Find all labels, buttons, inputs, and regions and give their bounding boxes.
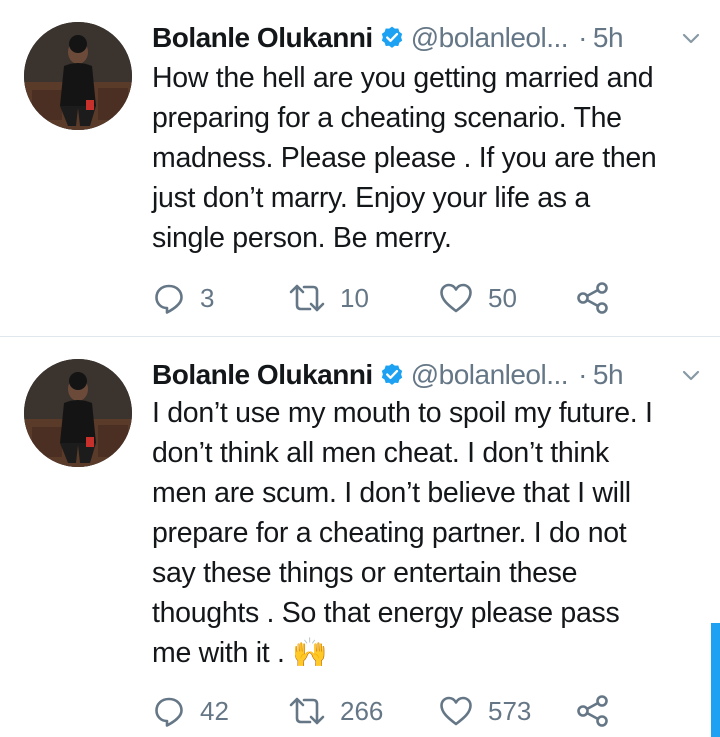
like-button[interactable]: 573 bbox=[438, 691, 531, 731]
tweet-text-line: prepare for a cheating partner. I do not bbox=[152, 517, 627, 549]
tweet-text-line: single person. Be merry. bbox=[152, 222, 452, 254]
tweet-actions: 3 10 50 bbox=[152, 278, 622, 318]
share-icon bbox=[576, 281, 610, 315]
tweet-header: Bolanle Olukanni @bolanleol... · 5h bbox=[152, 18, 702, 58]
tweet-text-line: How the hell are you getting married and bbox=[152, 62, 654, 94]
reply-count: 42 bbox=[200, 695, 229, 726]
retweet-count: 266 bbox=[340, 695, 384, 726]
chevron-down-icon[interactable] bbox=[680, 28, 702, 50]
heart-icon bbox=[438, 694, 474, 728]
tweet-text-line: madness. Please please . If you are then bbox=[152, 142, 657, 174]
retweet-button[interactable]: 266 bbox=[288, 691, 383, 731]
tweet-text-line: preparing for a cheating scenario. The bbox=[152, 102, 622, 134]
verified-badge-icon bbox=[379, 25, 405, 51]
like-count: 573 bbox=[488, 695, 532, 726]
user-handle[interactable]: @bolanleol... bbox=[411, 359, 569, 391]
tweet-text-line: say these things or entertain these bbox=[152, 557, 578, 589]
tweet-text: How the hell are you getting married and… bbox=[152, 58, 700, 258]
chevron-down-icon[interactable] bbox=[680, 365, 702, 387]
timestamp[interactable]: 5h bbox=[593, 22, 624, 54]
tweet-text-line: just don’t marry. Enjoy your life as a bbox=[152, 182, 590, 214]
avatar[interactable] bbox=[24, 22, 132, 130]
share-button[interactable] bbox=[576, 278, 610, 318]
heart-icon bbox=[438, 281, 474, 315]
timestamp[interactable]: 5h bbox=[593, 359, 624, 391]
like-button[interactable]: 50 bbox=[438, 278, 517, 318]
separator-dot: · bbox=[578, 359, 587, 390]
like-count: 50 bbox=[488, 282, 517, 313]
reply-button[interactable]: 3 bbox=[152, 278, 214, 318]
tweet-actions: 42 266 573 bbox=[152, 691, 622, 731]
tweet-text-line: I don’t use my mouth to spoil my future.… bbox=[152, 397, 653, 429]
tweet-header: Bolanle Olukanni @bolanleol... · 5h bbox=[152, 355, 702, 395]
tweet-text-line: me with it . 🙌 bbox=[152, 637, 328, 669]
tweet-text-line: men are scum. I don’t believe that I wil… bbox=[152, 477, 631, 509]
user-handle[interactable]: @bolanleol... bbox=[411, 22, 569, 54]
share-icon bbox=[576, 694, 610, 728]
separator-dot: · bbox=[578, 22, 587, 53]
tweet[interactable]: Bolanle Olukanni @bolanleol... · 5h I do… bbox=[0, 337, 720, 737]
retweet-count: 10 bbox=[340, 282, 369, 313]
verified-badge-icon bbox=[379, 362, 405, 388]
share-button[interactable] bbox=[576, 691, 610, 731]
retweet-icon bbox=[288, 694, 326, 728]
display-name[interactable]: Bolanle Olukanni bbox=[152, 359, 373, 391]
avatar[interactable] bbox=[24, 359, 132, 467]
reply-icon bbox=[152, 694, 186, 728]
tweet[interactable]: Bolanle Olukanni @bolanleol... · 5h How … bbox=[0, 0, 720, 337]
reply-count: 3 bbox=[200, 282, 215, 313]
scrollbar[interactable] bbox=[711, 623, 720, 737]
tweet-text-line: thoughts . So that energy please pass bbox=[152, 597, 620, 629]
retweet-button[interactable]: 10 bbox=[288, 278, 369, 318]
tweet-text: I don’t use my mouth to spoil my future.… bbox=[152, 393, 706, 673]
tweet-text-line: don’t think all men cheat. I don’t think bbox=[152, 437, 609, 469]
display-name[interactable]: Bolanle Olukanni bbox=[152, 22, 373, 54]
reply-button[interactable]: 42 bbox=[152, 691, 229, 731]
retweet-icon bbox=[288, 281, 326, 315]
reply-icon bbox=[152, 281, 186, 315]
